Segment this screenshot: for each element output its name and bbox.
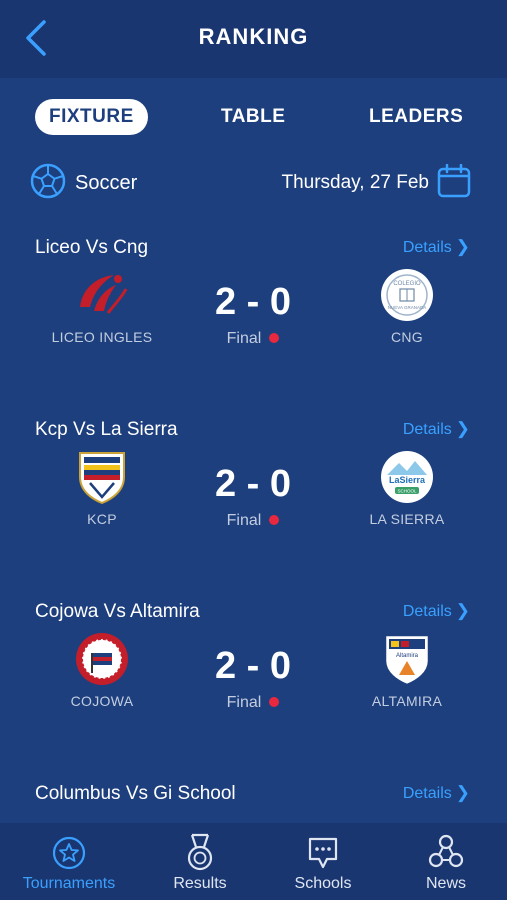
nav-label: Schools bbox=[294, 875, 352, 892]
app-header: RANKING bbox=[0, 0, 507, 78]
final-dot-icon bbox=[269, 514, 280, 525]
match-card[interactable]: Kcp Vs La Sierra Details ❯ KCP 2 - 0 Fina… bbox=[0, 419, 507, 579]
details-link[interactable]: Details ❯ bbox=[403, 419, 470, 439]
lasierra-logo-bottom-text: SCHOOL bbox=[397, 489, 417, 494]
home-team[interactable]: COJOWA bbox=[37, 631, 167, 709]
page-title: RANKING bbox=[198, 24, 309, 49]
details-link[interactable]: Details ❯ bbox=[403, 783, 470, 803]
match-card[interactable]: Liceo Vs Cng Details ❯ LICEO INGLES 2 - 0… bbox=[0, 237, 507, 397]
home-team-name: LICEO INGLES bbox=[51, 329, 153, 345]
filter-row: Soccer Thursday, 27 Feb bbox=[0, 160, 507, 208]
star-circle-icon bbox=[52, 836, 86, 870]
nav-tournaments[interactable]: Tournaments bbox=[9, 833, 129, 893]
match-title: Liceo Vs Cng bbox=[35, 237, 149, 258]
away-team-name: LA SIERRA bbox=[369, 511, 445, 527]
match-status: Final bbox=[183, 330, 323, 348]
status-label: Final bbox=[226, 330, 262, 347]
lasierra-logo-top-text: LaSierra bbox=[389, 475, 426, 485]
medal-icon bbox=[187, 833, 213, 871]
cng-logo: COLEGIO NUEVA GRANADA bbox=[381, 269, 433, 321]
cng-logo-bottom-text: NUEVA GRANADA bbox=[388, 305, 426, 310]
home-team[interactable]: LICEO INGLES bbox=[37, 267, 167, 345]
status-label: Final bbox=[226, 694, 262, 711]
details-label: Details bbox=[402, 785, 452, 802]
match-status: Final bbox=[183, 694, 323, 712]
details-label: Details bbox=[402, 421, 452, 438]
tab-table[interactable]: TABLE bbox=[221, 99, 285, 135]
status-label: Final bbox=[226, 512, 262, 529]
details-link[interactable]: Details ❯ bbox=[403, 237, 470, 257]
details-label: Details bbox=[402, 239, 452, 256]
soccer-ball-icon bbox=[30, 163, 66, 199]
chevron-right-icon: ❯ bbox=[455, 601, 470, 620]
match-title: Columbus Vs Gi School bbox=[35, 783, 236, 804]
match-score: 2 - 0 bbox=[214, 645, 292, 687]
tab-bar: FIXTURE TABLE LEADERS bbox=[0, 95, 507, 141]
away-team-name: ALTAMIRA bbox=[371, 693, 443, 709]
away-team[interactable]: LaSierra SCHOOL LA SIERRA bbox=[342, 449, 472, 527]
match-card[interactable]: Columbus Vs Gi School Details ❯ bbox=[0, 783, 507, 823]
match-title: Kcp Vs La Sierra bbox=[35, 419, 178, 440]
match-card[interactable]: Cojowa Vs Altamira Details ❯ COJOWA 2 - 0… bbox=[0, 601, 507, 761]
home-team-name: COJOWA bbox=[70, 693, 134, 709]
match-status: Final bbox=[183, 512, 323, 530]
home-team[interactable]: KCP bbox=[37, 449, 167, 527]
chevron-right-icon: ❯ bbox=[455, 783, 470, 802]
match-score: 2 - 0 bbox=[214, 463, 292, 505]
nav-news[interactable]: News bbox=[386, 833, 506, 893]
tab-leaders[interactable]: LEADERS bbox=[369, 99, 463, 135]
details-label: Details bbox=[402, 603, 452, 620]
altamira-logo-text: Altamira bbox=[396, 653, 419, 659]
cojowa-logo bbox=[76, 633, 128, 685]
away-team-name: CNG bbox=[390, 329, 423, 345]
liceo-ingles-logo bbox=[80, 275, 128, 314]
kcp-shield-logo bbox=[79, 452, 125, 505]
nav-label: News bbox=[425, 875, 466, 892]
share-network-icon bbox=[428, 834, 464, 868]
la-sierra-logo: LaSierra SCHOOL bbox=[381, 451, 433, 503]
final-dot-icon bbox=[269, 332, 280, 343]
cng-logo-top-text: COLEGIO bbox=[393, 281, 421, 287]
nav-results[interactable]: Results bbox=[140, 833, 260, 893]
calendar-icon[interactable] bbox=[437, 164, 471, 198]
chevron-right-icon: ❯ bbox=[455, 237, 470, 256]
away-team[interactable]: COLEGIO NUEVA GRANADA CNG bbox=[342, 267, 472, 345]
bottom-nav: Tournaments Results Schools News bbox=[0, 823, 507, 900]
match-title: Cojowa Vs Altamira bbox=[35, 601, 200, 622]
sport-label[interactable]: Soccer bbox=[75, 172, 137, 195]
away-team[interactable]: Altamira ALTAMIRA bbox=[342, 631, 472, 709]
tab-fixture[interactable]: FIXTURE bbox=[35, 99, 148, 135]
chat-shield-icon bbox=[308, 837, 338, 869]
date-label[interactable]: Thursday, 27 Feb bbox=[281, 172, 429, 194]
nav-label: Results bbox=[173, 875, 227, 892]
nav-schools[interactable]: Schools bbox=[263, 833, 383, 893]
altamira-shield-logo: Altamira bbox=[383, 633, 431, 687]
home-team-name: KCP bbox=[87, 511, 117, 527]
match-score: 2 - 0 bbox=[214, 281, 292, 323]
details-link[interactable]: Details ❯ bbox=[403, 601, 470, 621]
final-dot-icon bbox=[269, 696, 280, 707]
chevron-right-icon: ❯ bbox=[455, 419, 470, 438]
nav-label: Tournaments bbox=[22, 875, 116, 892]
